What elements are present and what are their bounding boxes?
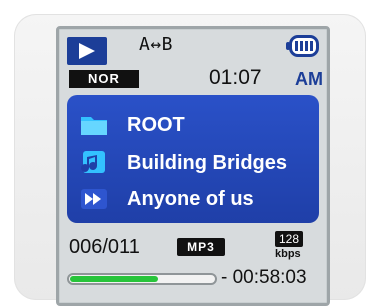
fast-forward-icon [79,184,109,214]
track-counter: 006/011 [69,236,140,258]
clock-time: 01:07 [209,66,262,89]
folder-icon [79,110,109,140]
playlist-item-next[interactable]: Anyone of us [79,183,254,215]
music-note-icon [79,148,109,178]
playlist-item-song[interactable]: Building Bridges [79,147,287,179]
clock-ampm: AM [295,69,323,89]
eq-mode-badge: NOR [69,70,139,88]
bitrate-value: 128 [275,231,303,247]
playlist-panel: ROOT Building Bridges Anyone of us [67,95,319,223]
progress-bar[interactable] [67,273,217,285]
playlist-item-label: ROOT [127,113,185,136]
play-icon [79,43,95,59]
playlist-item-label: Anyone of us [127,187,254,210]
battery-icon [286,35,319,57]
player-screen: A↔B NOR 01:07 AM ROOT Building Bridges A… [56,26,330,306]
repeat-ab-label[interactable]: A↔B [139,34,173,55]
remaining-time: - 00:58:03 [221,267,307,288]
playlist-item-root[interactable]: ROOT [79,109,185,141]
bitrate-indicator: 128 kbps [275,231,315,261]
bitrate-unit: kbps [275,248,301,260]
playlist-item-label: Building Bridges [127,151,287,174]
play-button[interactable] [67,37,107,65]
progress-fill [70,276,158,282]
format-badge: MP3 [177,238,225,256]
